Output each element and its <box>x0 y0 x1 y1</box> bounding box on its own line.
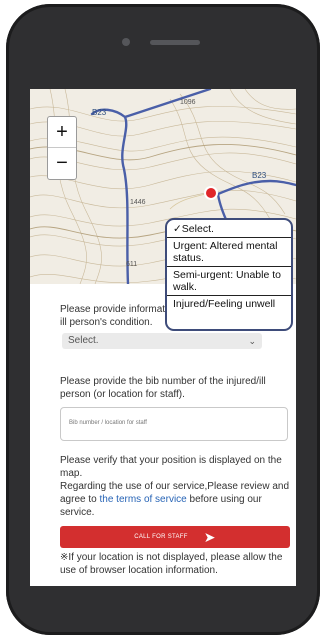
elevation-label: 1446 <box>130 199 146 206</box>
bib-input-placeholder: Bib number / location for staff <box>69 420 147 426</box>
arrow-right-icon: ➤ <box>203 529 216 545</box>
road-label: B23 <box>252 171 267 180</box>
elevation-label: 1096 <box>180 99 196 106</box>
call-for-staff-button[interactable]: CALL FOR STAFF ➤ <box>60 526 290 548</box>
chevron-down-icon: ⌄ <box>248 336 256 346</box>
call-button-label: CALL FOR STAFF <box>134 534 188 540</box>
dropdown-option[interactable]: ✓Select. <box>167 220 291 238</box>
service-notice: Please verify that your position is disp… <box>60 454 294 519</box>
terms-of-service-link[interactable]: the terms of service <box>99 494 186 505</box>
bib-input[interactable]: Bib number / location for staff <box>60 407 288 441</box>
camera-dot <box>122 38 130 46</box>
condition-select[interactable]: Select. ⌄ <box>62 333 262 349</box>
phone-screen: B23 B23 1096 1446 611 + − Please provide… <box>30 89 296 586</box>
condition-select-value: Select. <box>68 335 99 346</box>
location-notice: ※If your location is not displayed, plea… <box>60 552 283 576</box>
speaker-slot <box>150 40 200 45</box>
condition-dropdown-menu: ✓Select. Urgent: Altered mental status. … <box>165 218 293 331</box>
verify-text: Please verify that your position is disp… <box>60 455 282 479</box>
zoom-out-button[interactable]: − <box>48 147 76 178</box>
dropdown-option[interactable]: Semi-urgent: Unable to walk. <box>167 267 291 296</box>
bib-label: Please provide the bib number of the inj… <box>60 376 266 400</box>
location-marker-icon <box>204 186 218 200</box>
elevation-label: 611 <box>126 261 138 268</box>
dropdown-option[interactable]: Injured/Feeling unwell <box>167 296 291 312</box>
dropdown-option[interactable]: Urgent: Altered mental status. <box>167 238 291 267</box>
zoom-in-button[interactable]: + <box>48 117 76 147</box>
zoom-control: + − <box>47 116 77 180</box>
road-label: B23 <box>92 108 107 117</box>
